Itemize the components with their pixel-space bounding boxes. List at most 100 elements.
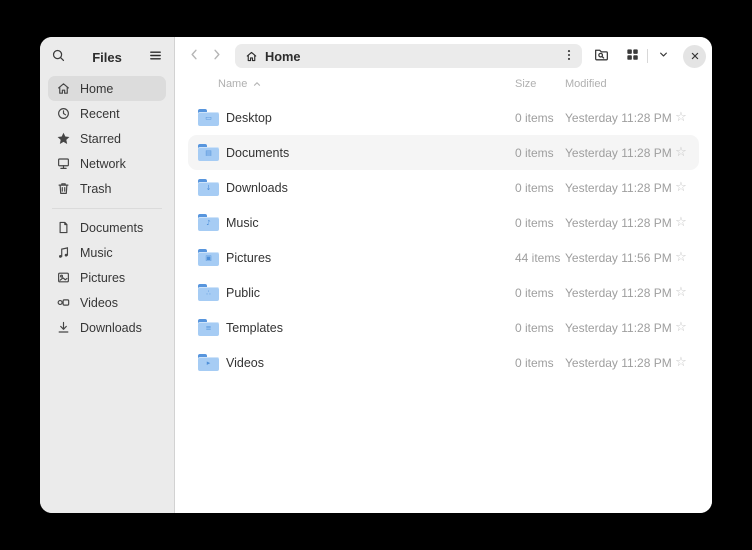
sidebar-item-network[interactable]: Network (48, 151, 166, 176)
folder-icon: ∴ (198, 284, 219, 301)
file-modified: Yesterday 11:28 PM (565, 216, 673, 230)
main-pane: Home Name (175, 37, 712, 513)
column-header-modified[interactable]: Modified (565, 78, 673, 90)
sidebar-item-pictures[interactable]: Pictures (48, 265, 166, 290)
file-name: Documents (226, 146, 515, 160)
home-icon (245, 50, 258, 63)
folder-icon: ↓ (198, 179, 219, 196)
star-icon (56, 131, 71, 146)
file-name: Music (226, 216, 515, 230)
file-name: Public (226, 286, 515, 300)
file-modified: Yesterday 11:28 PM (565, 286, 673, 300)
sidebar-item-label: Trash (80, 182, 112, 196)
templates-emblem-icon: ≡ (206, 325, 212, 332)
star-button[interactable]: ☆ (673, 111, 689, 124)
column-header-size[interactable]: Size (515, 78, 565, 90)
sidebar-item-label: Home (80, 82, 113, 96)
sidebar-folders-group: Documents Music Pictures Videos Download… (40, 215, 174, 340)
sort-ascending-icon (252, 79, 262, 89)
star-button[interactable]: ☆ (673, 216, 689, 229)
file-row-downloads[interactable]: ↓ Downloads 0 items Yesterday 11:28 PM ☆ (188, 170, 699, 205)
sidebar-item-label: Music (80, 246, 113, 260)
sidebar-item-downloads[interactable]: Downloads (48, 315, 166, 340)
back-icon (187, 47, 202, 65)
file-size: 0 items (515, 111, 565, 125)
sidebar-item-documents[interactable]: Documents (48, 215, 166, 240)
star-button[interactable]: ☆ (673, 181, 689, 194)
sidebar-item-trash[interactable]: Trash (48, 176, 166, 201)
sidebar-item-label: Starred (80, 132, 121, 146)
home-icon (56, 81, 71, 96)
sidebar-item-label: Downloads (80, 321, 142, 335)
file-modified: Yesterday 11:56 PM (565, 251, 673, 265)
file-name: Videos (226, 356, 515, 370)
back-button[interactable] (183, 44, 205, 68)
star-button[interactable]: ☆ (673, 146, 689, 159)
file-name: Desktop (226, 111, 515, 125)
view-switcher (620, 44, 675, 68)
path-menu-button[interactable] (559, 46, 579, 66)
folder-icon: ▭ (198, 109, 219, 126)
star-button[interactable]: ☆ (673, 356, 689, 369)
trash-icon (56, 181, 71, 196)
star-button[interactable]: ☆ (673, 321, 689, 334)
file-name: Templates (226, 321, 515, 335)
file-modified: Yesterday 11:28 PM (565, 356, 673, 370)
sidebar-item-recent[interactable]: Recent (48, 101, 166, 126)
hamburger-menu-icon (148, 48, 163, 66)
file-modified: Yesterday 11:28 PM (565, 321, 673, 335)
file-row-templates[interactable]: ≡ Templates 0 items Yesterday 11:28 PM ☆ (188, 310, 699, 345)
sidebar-item-starred[interactable]: Starred (48, 126, 166, 151)
desktop-emblem-icon: ▭ (205, 115, 212, 122)
file-modified: Yesterday 11:28 PM (565, 111, 673, 125)
sidebar-item-label: Documents (80, 221, 143, 235)
music-note-icon (56, 245, 71, 260)
sidebar-item-label: Videos (80, 296, 118, 310)
file-row-videos[interactable]: ▸ Videos 0 items Yesterday 11:28 PM ☆ (188, 345, 699, 380)
file-name: Pictures (226, 251, 515, 265)
search-folder-button[interactable] (589, 44, 613, 68)
file-row-music[interactable]: ♪ Music 0 items Yesterday 11:28 PM ☆ (188, 205, 699, 240)
folder-search-icon (593, 46, 610, 66)
file-row-documents[interactable]: ▤ Documents 0 items Yesterday 11:28 PM ☆ (188, 135, 699, 170)
sidebar-item-label: Pictures (80, 271, 125, 285)
path-bar[interactable]: Home (235, 44, 582, 68)
file-size: 0 items (515, 286, 565, 300)
pictures-emblem-icon: ▣ (205, 255, 212, 262)
folder-icon: ▤ (198, 144, 219, 161)
documents-emblem-icon: ▤ (205, 150, 212, 157)
file-row-desktop[interactable]: ▭ Desktop 0 items Yesterday 11:28 PM ☆ (188, 100, 699, 135)
star-button[interactable]: ☆ (673, 286, 689, 299)
forward-icon (209, 47, 224, 65)
close-window-button[interactable] (683, 45, 706, 68)
sidebar-item-music[interactable]: Music (48, 240, 166, 265)
public-emblem-icon: ∴ (206, 290, 210, 297)
column-header-name[interactable]: Name (198, 78, 515, 90)
file-list: ▭ Desktop 0 items Yesterday 11:28 PM ☆ ▤… (175, 100, 712, 380)
file-name: Downloads (226, 181, 515, 195)
search-button[interactable] (49, 46, 68, 68)
file-size: 44 items (515, 251, 565, 265)
sidebar: Files Home Recent Starred Network Trash … (40, 37, 175, 513)
grid-view-button[interactable] (620, 44, 644, 68)
view-options-button[interactable] (651, 44, 675, 68)
main-menu-button[interactable] (146, 46, 165, 68)
grid-view-icon (625, 47, 640, 65)
folder-icon: ▣ (198, 249, 219, 266)
folder-icon: ≡ (198, 319, 219, 336)
app-title: Files (92, 50, 122, 65)
document-icon (56, 220, 71, 235)
name-column-label: Name (218, 78, 247, 90)
sidebar-places-group: Home Recent Starred Network Trash (40, 76, 174, 201)
forward-button[interactable] (205, 44, 227, 68)
star-button[interactable]: ☆ (673, 251, 689, 264)
current-folder-label: Home (265, 49, 552, 64)
file-row-pictures[interactable]: ▣ Pictures 44 items Yesterday 11:56 PM ☆ (188, 240, 699, 275)
videos-emblem-icon: ▸ (207, 360, 211, 367)
sidebar-item-label: Network (80, 157, 126, 171)
sidebar-separator (52, 208, 162, 209)
file-size: 0 items (515, 181, 565, 195)
sidebar-item-home[interactable]: Home (48, 76, 166, 101)
file-row-public[interactable]: ∴ Public 0 items Yesterday 11:28 PM ☆ (188, 275, 699, 310)
sidebar-item-videos[interactable]: Videos (48, 290, 166, 315)
